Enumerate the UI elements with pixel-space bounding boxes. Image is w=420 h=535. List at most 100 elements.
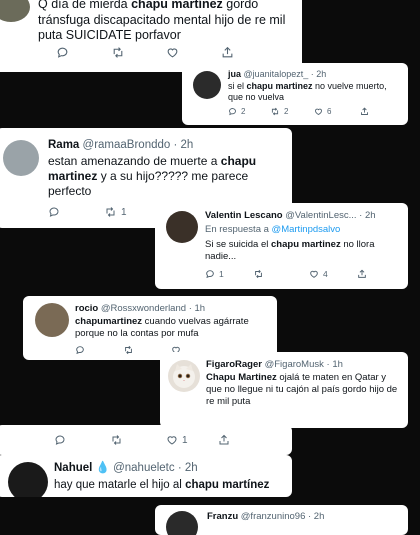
user-handle[interactable]: @nahueletc: [113, 462, 175, 474]
like-button[interactable]: 1: [166, 434, 218, 446]
avatar[interactable]: [193, 71, 221, 99]
tweet-card-6: FigaroRager @FigaroMusk · 1h Chapu Marti…: [160, 352, 408, 428]
like-count: 4: [323, 269, 328, 279]
like-icon: [310, 270, 318, 278]
tweet-text: Chapu Martinez ojalá te maten en Qatar y…: [206, 372, 398, 407]
user-handle[interactable]: @ValentinLesc...: [285, 210, 356, 221]
avatar[interactable]: [35, 303, 69, 337]
tweet-text: estan amenazando de muerte a chapu marti…: [48, 154, 257, 198]
tweet-actions: 2 2 6: [228, 107, 369, 116]
display-name[interactable]: rocio: [75, 303, 98, 314]
retweet-icon: [112, 435, 121, 445]
tweet-time[interactable]: · 1h: [189, 303, 205, 314]
tweet-header: Valentin Lescano @ValentinLesc... · 2h: [205, 210, 376, 221]
reply-button[interactable]: [75, 345, 123, 355]
display-name[interactable]: FigaroRager: [206, 359, 262, 370]
like-count: 6: [327, 107, 332, 116]
user-handle[interactable]: @ramaaBronddo: [83, 139, 171, 151]
avatar[interactable]: [168, 360, 200, 392]
share-icon: [361, 107, 368, 115]
tweet-actions: 1 4: [205, 269, 367, 279]
tweet-card-4: Valentin Lescano @ValentinLesc... · 2h E…: [155, 203, 408, 289]
tweet-header: Rama @ramaaBronddo · 2h: [48, 139, 193, 153]
tweet-header: rocio @Rossxwonderland · 1h: [75, 303, 205, 314]
display-name[interactable]: Rama: [48, 139, 79, 151]
reply-icon: [55, 435, 65, 445]
display-name[interactable]: Valentin Lescano: [205, 210, 283, 221]
user-handle[interactable]: @FigaroMusk: [265, 359, 324, 370]
retweet-icon: [255, 269, 262, 279]
tweet-time[interactable]: · 2h: [173, 139, 193, 151]
avatar[interactable]: [3, 140, 39, 176]
retweet-button[interactable]: [111, 46, 166, 59]
retweet-button[interactable]: [110, 434, 166, 446]
tweet-time[interactable]: · 2h: [308, 511, 324, 522]
like-button[interactable]: 6: [314, 107, 360, 116]
retweet-button[interactable]: 2: [270, 107, 314, 116]
avatar[interactable]: [8, 462, 48, 497]
droplet-emoji-icon: 💧: [95, 462, 110, 474]
reply-icon: [206, 270, 214, 279]
reply-button[interactable]: [54, 434, 110, 446]
share-button[interactable]: [221, 46, 234, 59]
tweet-card-2: jua @juanitalopezt_ · 2h si el chapu mar…: [182, 63, 408, 125]
share-button[interactable]: [357, 269, 367, 279]
avatar[interactable]: [166, 511, 198, 535]
retweet-icon: [125, 345, 132, 355]
like-icon: [167, 48, 178, 58]
reply-button[interactable]: [56, 46, 111, 59]
retweet-button[interactable]: [253, 269, 309, 279]
share-button[interactable]: [360, 107, 369, 116]
retweet-icon: [113, 47, 123, 58]
reply-icon: [229, 108, 236, 116]
user-handle[interactable]: @franzunino96: [241, 511, 306, 522]
tweet-actions: 1: [54, 434, 230, 446]
share-icon: [222, 46, 233, 58]
reply-icon: [76, 346, 84, 355]
tweet-actions: [56, 46, 234, 59]
avatar[interactable]: [0, 0, 30, 22]
tweet-text: hay que matarle el hijo al chapu martíne…: [54, 479, 270, 491]
tweet-text: Si se suicida el chapu martinez no llora…: [205, 239, 375, 262]
avatar[interactable]: [166, 211, 198, 243]
tweet-time[interactable]: · 1h: [327, 359, 343, 370]
reply-icon: [57, 47, 68, 58]
share-icon: [358, 269, 366, 278]
retweet-count: 2: [284, 107, 289, 116]
cat-avatar-icon: [173, 364, 195, 388]
tweet-time[interactable]: · 2h: [178, 462, 198, 474]
tweet-text: chapumartinez cuando vuelvas agárrate po…: [75, 316, 249, 339]
tweet-text: Q día de mierda chapu martínez gordo trá…: [38, 0, 286, 43]
user-handle[interactable]: @Rossxwonderland: [101, 303, 186, 314]
reply-button[interactable]: [48, 206, 104, 218]
tweet-card-8: Nahuel 💧 @nahueletc · 2h hay que matarle…: [0, 455, 292, 497]
retweet-icon: [271, 107, 279, 116]
retweet-icon: [106, 207, 115, 217]
tweet-card-9: Franzu @franzunino96 · 2h: [155, 505, 408, 535]
like-icon: [167, 436, 177, 445]
share-button[interactable]: [218, 434, 230, 446]
reply-button[interactable]: 1: [205, 269, 253, 279]
display-name[interactable]: Nahuel: [54, 462, 92, 474]
reply-context: En respuesta a @Martinpdsalvo: [205, 224, 341, 235]
tweet-card-1: Q día de mierda chapu martínez gordo trá…: [0, 0, 302, 72]
tweet-time[interactable]: · 2h: [359, 210, 375, 221]
like-button[interactable]: 4: [309, 269, 357, 279]
tweet-header: jua @juanitalopezt_ · 2h: [228, 69, 326, 80]
reply-to-link[interactable]: @Martinpdsalvo: [272, 224, 341, 235]
display-name[interactable]: Franzu: [207, 511, 238, 522]
reply-icon: [49, 207, 59, 217]
display-name[interactable]: jua: [228, 69, 241, 79]
tweet-time[interactable]: · 2h: [311, 69, 327, 79]
share-icon: [219, 434, 229, 445]
tweet-card-7: 1: [0, 425, 292, 455]
user-handle[interactable]: @juanitalopezt_: [244, 69, 309, 79]
tweet-header: Franzu @franzunino96 · 2h: [207, 511, 324, 522]
tweet-header: FigaroRager @FigaroMusk · 1h: [206, 359, 343, 370]
like-icon: [315, 108, 322, 116]
tweet-card-5: rocio @Rossxwonderland · 1h chapumartine…: [23, 296, 277, 360]
retweet-count: 1: [121, 206, 127, 218]
like-button[interactable]: [166, 46, 221, 59]
reply-button[interactable]: 2: [228, 107, 270, 116]
reply-count: 1: [219, 269, 224, 279]
